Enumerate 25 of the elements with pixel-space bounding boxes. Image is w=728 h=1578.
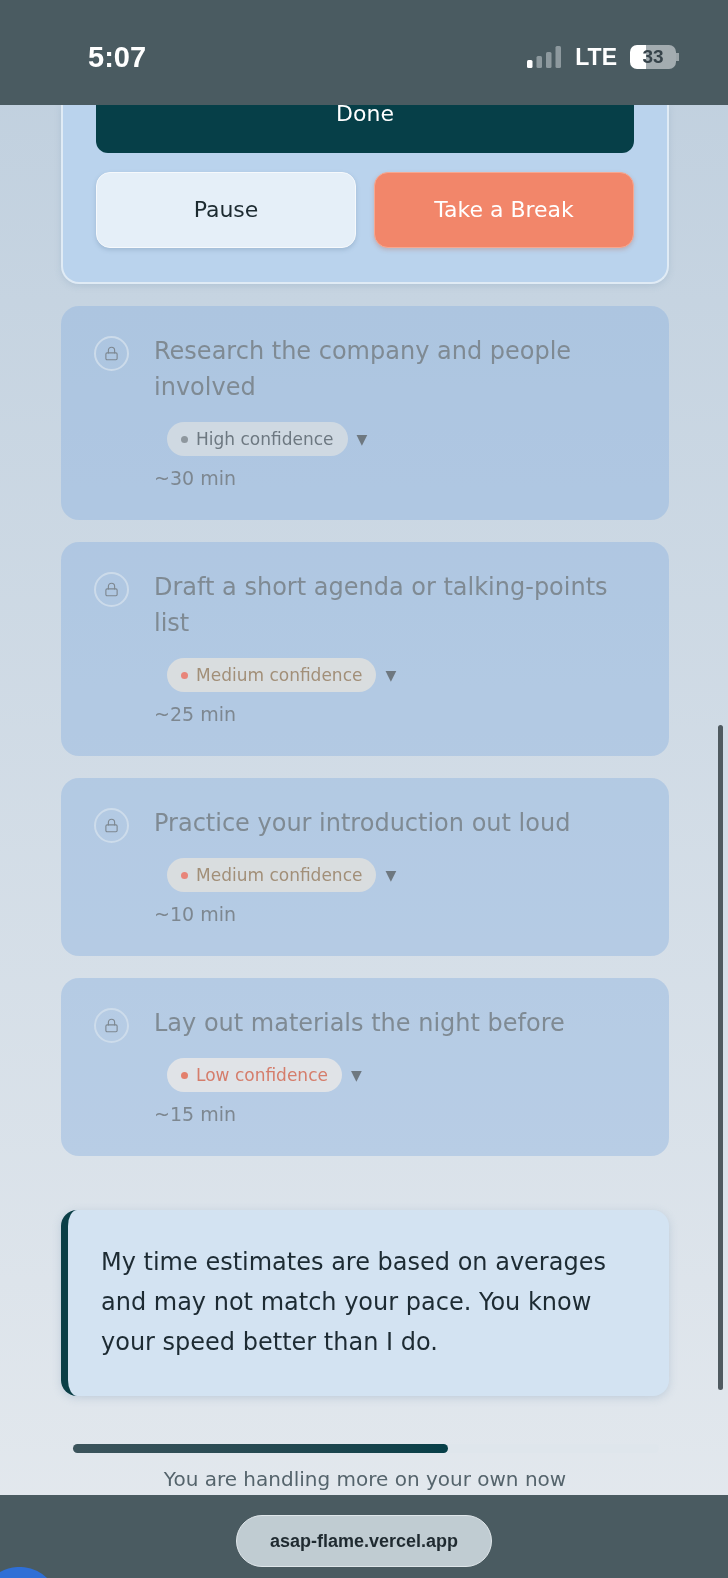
status-message: You are handling more on your own now bbox=[163, 1467, 567, 1491]
pause-button[interactable]: Pause bbox=[96, 172, 356, 248]
task-title: Practice your introduction out loud bbox=[154, 808, 571, 839]
estimate-note: My time estimates are based on averages and may not match your pace. You know your speed better than I do. bbox=[101, 1247, 607, 1358]
confidence-label: High confidence bbox=[196, 429, 334, 449]
task-title: Research the company and people involved bbox=[154, 336, 573, 403]
signal-icon bbox=[527, 45, 563, 68]
break-button[interactable]: Take a Break bbox=[374, 172, 634, 248]
confidence-toggle[interactable]: ▼ bbox=[356, 431, 368, 447]
confidence-toggle[interactable]: ▼ bbox=[350, 1067, 362, 1083]
confidence-toggle[interactable]: ▼ bbox=[385, 667, 397, 683]
clock-time: 5:07 bbox=[88, 40, 147, 73]
confidence-label: Low confidence bbox=[196, 1065, 328, 1085]
time-estimate: ~15 min bbox=[154, 1102, 236, 1126]
confidence-label: Medium confidence bbox=[196, 865, 363, 885]
task-title: Lay out materials the night before bbox=[154, 1008, 565, 1039]
done-button[interactable]: Done bbox=[96, 105, 634, 153]
time-estimate: ~10 min bbox=[154, 902, 236, 926]
confidence-toggle[interactable]: ▼ bbox=[385, 867, 397, 883]
network-label: LTE bbox=[575, 43, 617, 70]
time-estimate: ~30 min bbox=[154, 466, 236, 490]
time-estimate: ~25 min bbox=[154, 702, 236, 726]
confidence-label: Medium confidence bbox=[196, 665, 363, 685]
task-title: Draft a short agenda or talking-points list bbox=[154, 572, 609, 639]
address-bar[interactable]: asap-flame.vercel.app bbox=[236, 1515, 492, 1567]
